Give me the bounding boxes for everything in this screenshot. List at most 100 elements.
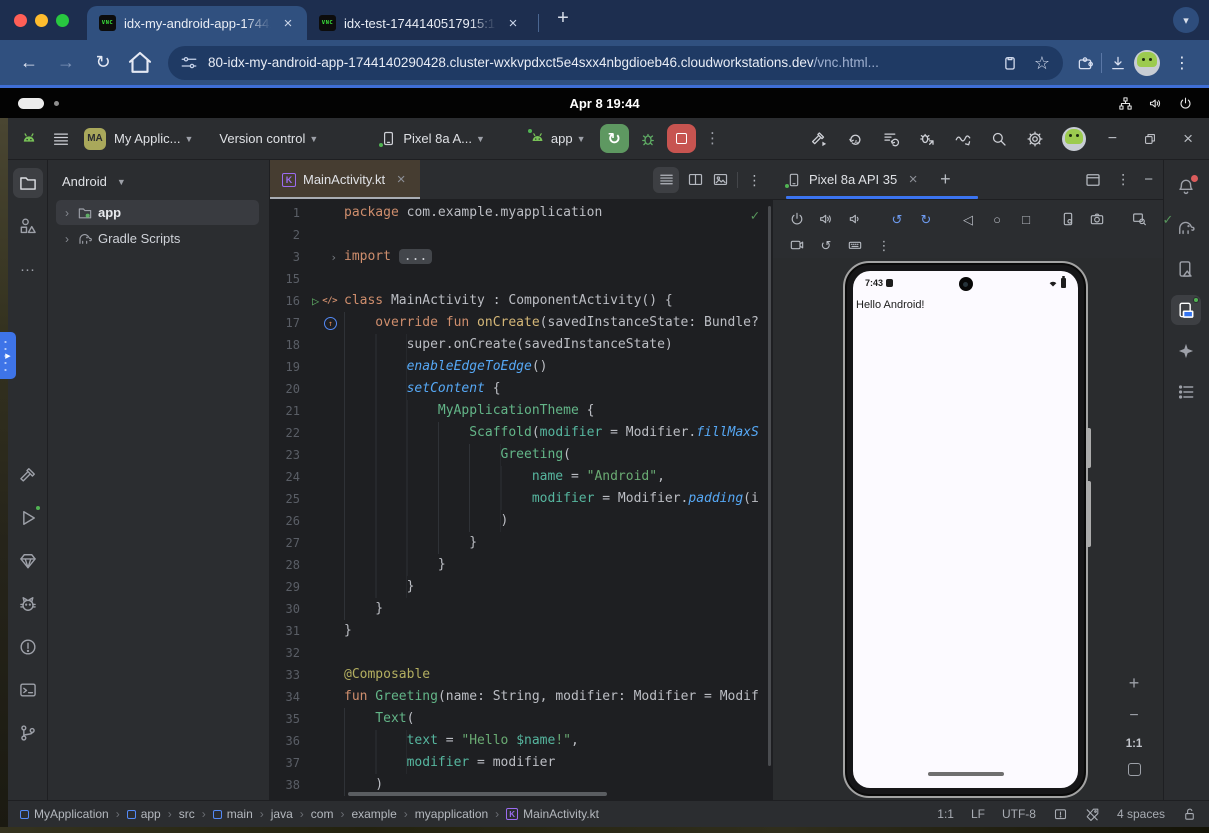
profiler-icon[interactable] [954, 130, 972, 148]
home-icon[interactable]: ○ [989, 211, 1005, 227]
snapshot-icon[interactable]: ↺ [818, 237, 834, 253]
downloads-icon[interactable] [1109, 54, 1127, 72]
code-line-25[interactable]: 25modifier = Modifier.padding(i [270, 488, 773, 510]
tool-window-button-problems[interactable] [13, 632, 43, 662]
studio-minimize-icon[interactable]: − [1108, 130, 1117, 148]
breadcrumb-item[interactable]: myapplication [415, 807, 488, 821]
build-run-icon[interactable] [810, 130, 828, 148]
rotl-icon[interactable]: ↺ [889, 211, 905, 227]
device-selector[interactable] [380, 130, 397, 147]
window-layout-icon[interactable] [1084, 171, 1102, 189]
record-icon[interactable] [789, 237, 805, 253]
tool-window-button-terminal[interactable] [13, 675, 43, 705]
code-line-20[interactable]: 20setContent { [270, 378, 773, 400]
file-encoding[interactable]: UTF-8 [1002, 807, 1036, 821]
tool-window-button-device-manager[interactable] [1171, 254, 1201, 284]
tab-search-button[interactable]: ▾ [1173, 7, 1199, 33]
code-line-2[interactable]: 2 [270, 224, 773, 246]
tab-close-icon[interactable]: × [279, 14, 297, 32]
tool-window-button-run[interactable] [13, 503, 43, 533]
hide-panel-icon[interactable]: − [1144, 171, 1153, 188]
extensions-icon[interactable] [1076, 54, 1094, 72]
vcs-widget[interactable]: Version control [219, 131, 305, 146]
code-editor[interactable]: 1package com.example.myapplication23›imp… [270, 200, 773, 800]
minimize-window-button[interactable] [35, 14, 48, 27]
zoom-in-icon[interactable]: + [1129, 673, 1140, 694]
breadcrumb-item[interactable]: KMainActivity.kt [506, 807, 599, 821]
code-line-16[interactable]: 16▷</>class MainActivity : ComponentActi… [270, 290, 773, 312]
profile-avatar[interactable] [1134, 50, 1160, 76]
reload-icon[interactable]: ↻ [88, 48, 118, 78]
desktop-clock[interactable]: Apr 8 19:44 [0, 96, 1209, 111]
code-line-30[interactable]: 30} [270, 598, 773, 620]
tool-window-button-gradle[interactable] [1171, 213, 1201, 243]
run-config-selector[interactable]: app [551, 131, 573, 146]
apply-changes-restart-icon[interactable]: A [846, 130, 864, 148]
settings-icon[interactable] [1026, 130, 1044, 148]
browser-tab-1[interactable]: VNC idx-my-android-app-1744140 × [87, 6, 307, 40]
phone-screen[interactable]: 7:43 Hello Android! [853, 271, 1078, 788]
power-icon[interactable] [789, 211, 805, 227]
preview-icon[interactable] [712, 171, 729, 188]
zoom-fit-icon[interactable] [1128, 763, 1141, 776]
tool-window-button-gemini[interactable] [1171, 336, 1201, 366]
browser-menu-icon[interactable]: ⋮ [1167, 48, 1197, 78]
tool-window-drag-handle[interactable]: ▶ [0, 332, 16, 379]
editor-tab-mainactivity[interactable]: K MainActivity.kt × [270, 160, 420, 199]
fullscreen-window-button[interactable] [56, 14, 69, 27]
project-selector[interactable]: My Applic... [114, 131, 180, 146]
code-line-24[interactable]: 24name = "Android", [270, 466, 773, 488]
todo-icon[interactable] [1053, 807, 1068, 822]
code-line-3[interactable]: 3›import ... [270, 246, 773, 268]
code-line-17[interactable]: 17↑override fun onCreate(savedInstanceSt… [270, 312, 773, 334]
studio-user-avatar[interactable] [1062, 127, 1086, 151]
apply-code-changes-icon[interactable] [882, 130, 900, 148]
emulator-tab[interactable]: Pixel 8a API 35 × [786, 160, 926, 199]
code-line-19[interactable]: 19enableEdgeToEdge() [270, 356, 773, 378]
vinput-icon[interactable] [847, 237, 863, 253]
editor-horizontal-scrollbar[interactable] [348, 792, 607, 797]
breadcrumb-item[interactable]: com [311, 807, 334, 821]
tool-window-button-build[interactable] [13, 460, 43, 490]
run-gutter-icon[interactable]: ▷ [312, 294, 319, 308]
tool-window-button-resource-manager[interactable] [13, 211, 43, 241]
code-line-31[interactable]: 31} [270, 620, 773, 642]
debug-button[interactable] [639, 130, 657, 148]
caret-position[interactable]: 1:1 [937, 807, 954, 821]
sticky-lines-icon[interactable] [1085, 807, 1100, 822]
override-gutter-icon[interactable]: ↑ [324, 317, 337, 330]
breadcrumb-item[interactable]: src [179, 807, 195, 821]
address-bar[interactable]: 80-idx-my-android-app-1744140290428.clus… [168, 46, 1063, 80]
code-line-23[interactable]: 23Greeting( [270, 444, 773, 466]
code-line-29[interactable]: 29} [270, 576, 773, 598]
tool-window-button-notifications[interactable] [1171, 172, 1201, 202]
new-tab-button[interactable]: + [549, 4, 577, 32]
code-line-26[interactable]: 26) [270, 510, 773, 532]
voldown-icon[interactable] [847, 211, 863, 227]
stop-button[interactable] [667, 124, 696, 153]
breadcrumb-item[interactable]: app [127, 807, 161, 821]
code-line-34[interactable]: 34fun Greeting(name: String, modifier: M… [270, 686, 773, 708]
search-everywhere-icon[interactable] [990, 130, 1008, 148]
more-run-actions-icon[interactable]: ⋮ [704, 130, 722, 148]
list-view-button[interactable] [653, 167, 679, 193]
project-view-selector[interactable]: Android [62, 174, 107, 189]
code-line-21[interactable]: 21MyApplicationTheme { [270, 400, 773, 422]
device-selector-label[interactable]: Pixel 8a A... [403, 131, 472, 146]
close-window-button[interactable] [14, 14, 27, 27]
tab-close-icon[interactable]: × [504, 14, 522, 32]
add-device-icon[interactable]: + [940, 169, 951, 190]
rotr-icon[interactable]: ↻ [918, 211, 934, 227]
code-line-32[interactable]: 32 [270, 642, 773, 664]
tool-window-button-app-quality-insights[interactable] [13, 546, 43, 576]
browser-tab-2[interactable]: VNC idx-test-1744140517915:1 (us × [307, 6, 532, 40]
code-line-1[interactable]: 1package com.example.myapplication [270, 202, 773, 224]
breadcrumb-item[interactable]: main [213, 807, 253, 821]
expand-chevron-icon[interactable]: › [62, 232, 72, 246]
code-line-28[interactable]: 28} [270, 554, 773, 576]
back-icon[interactable]: ← [14, 48, 44, 78]
expand-chevron-icon[interactable]: › [62, 206, 72, 220]
studio-close-icon[interactable]: × [1183, 129, 1193, 149]
forward-icon[interactable]: → [51, 48, 81, 78]
indent-setting[interactable]: 4 spaces [1117, 807, 1165, 821]
